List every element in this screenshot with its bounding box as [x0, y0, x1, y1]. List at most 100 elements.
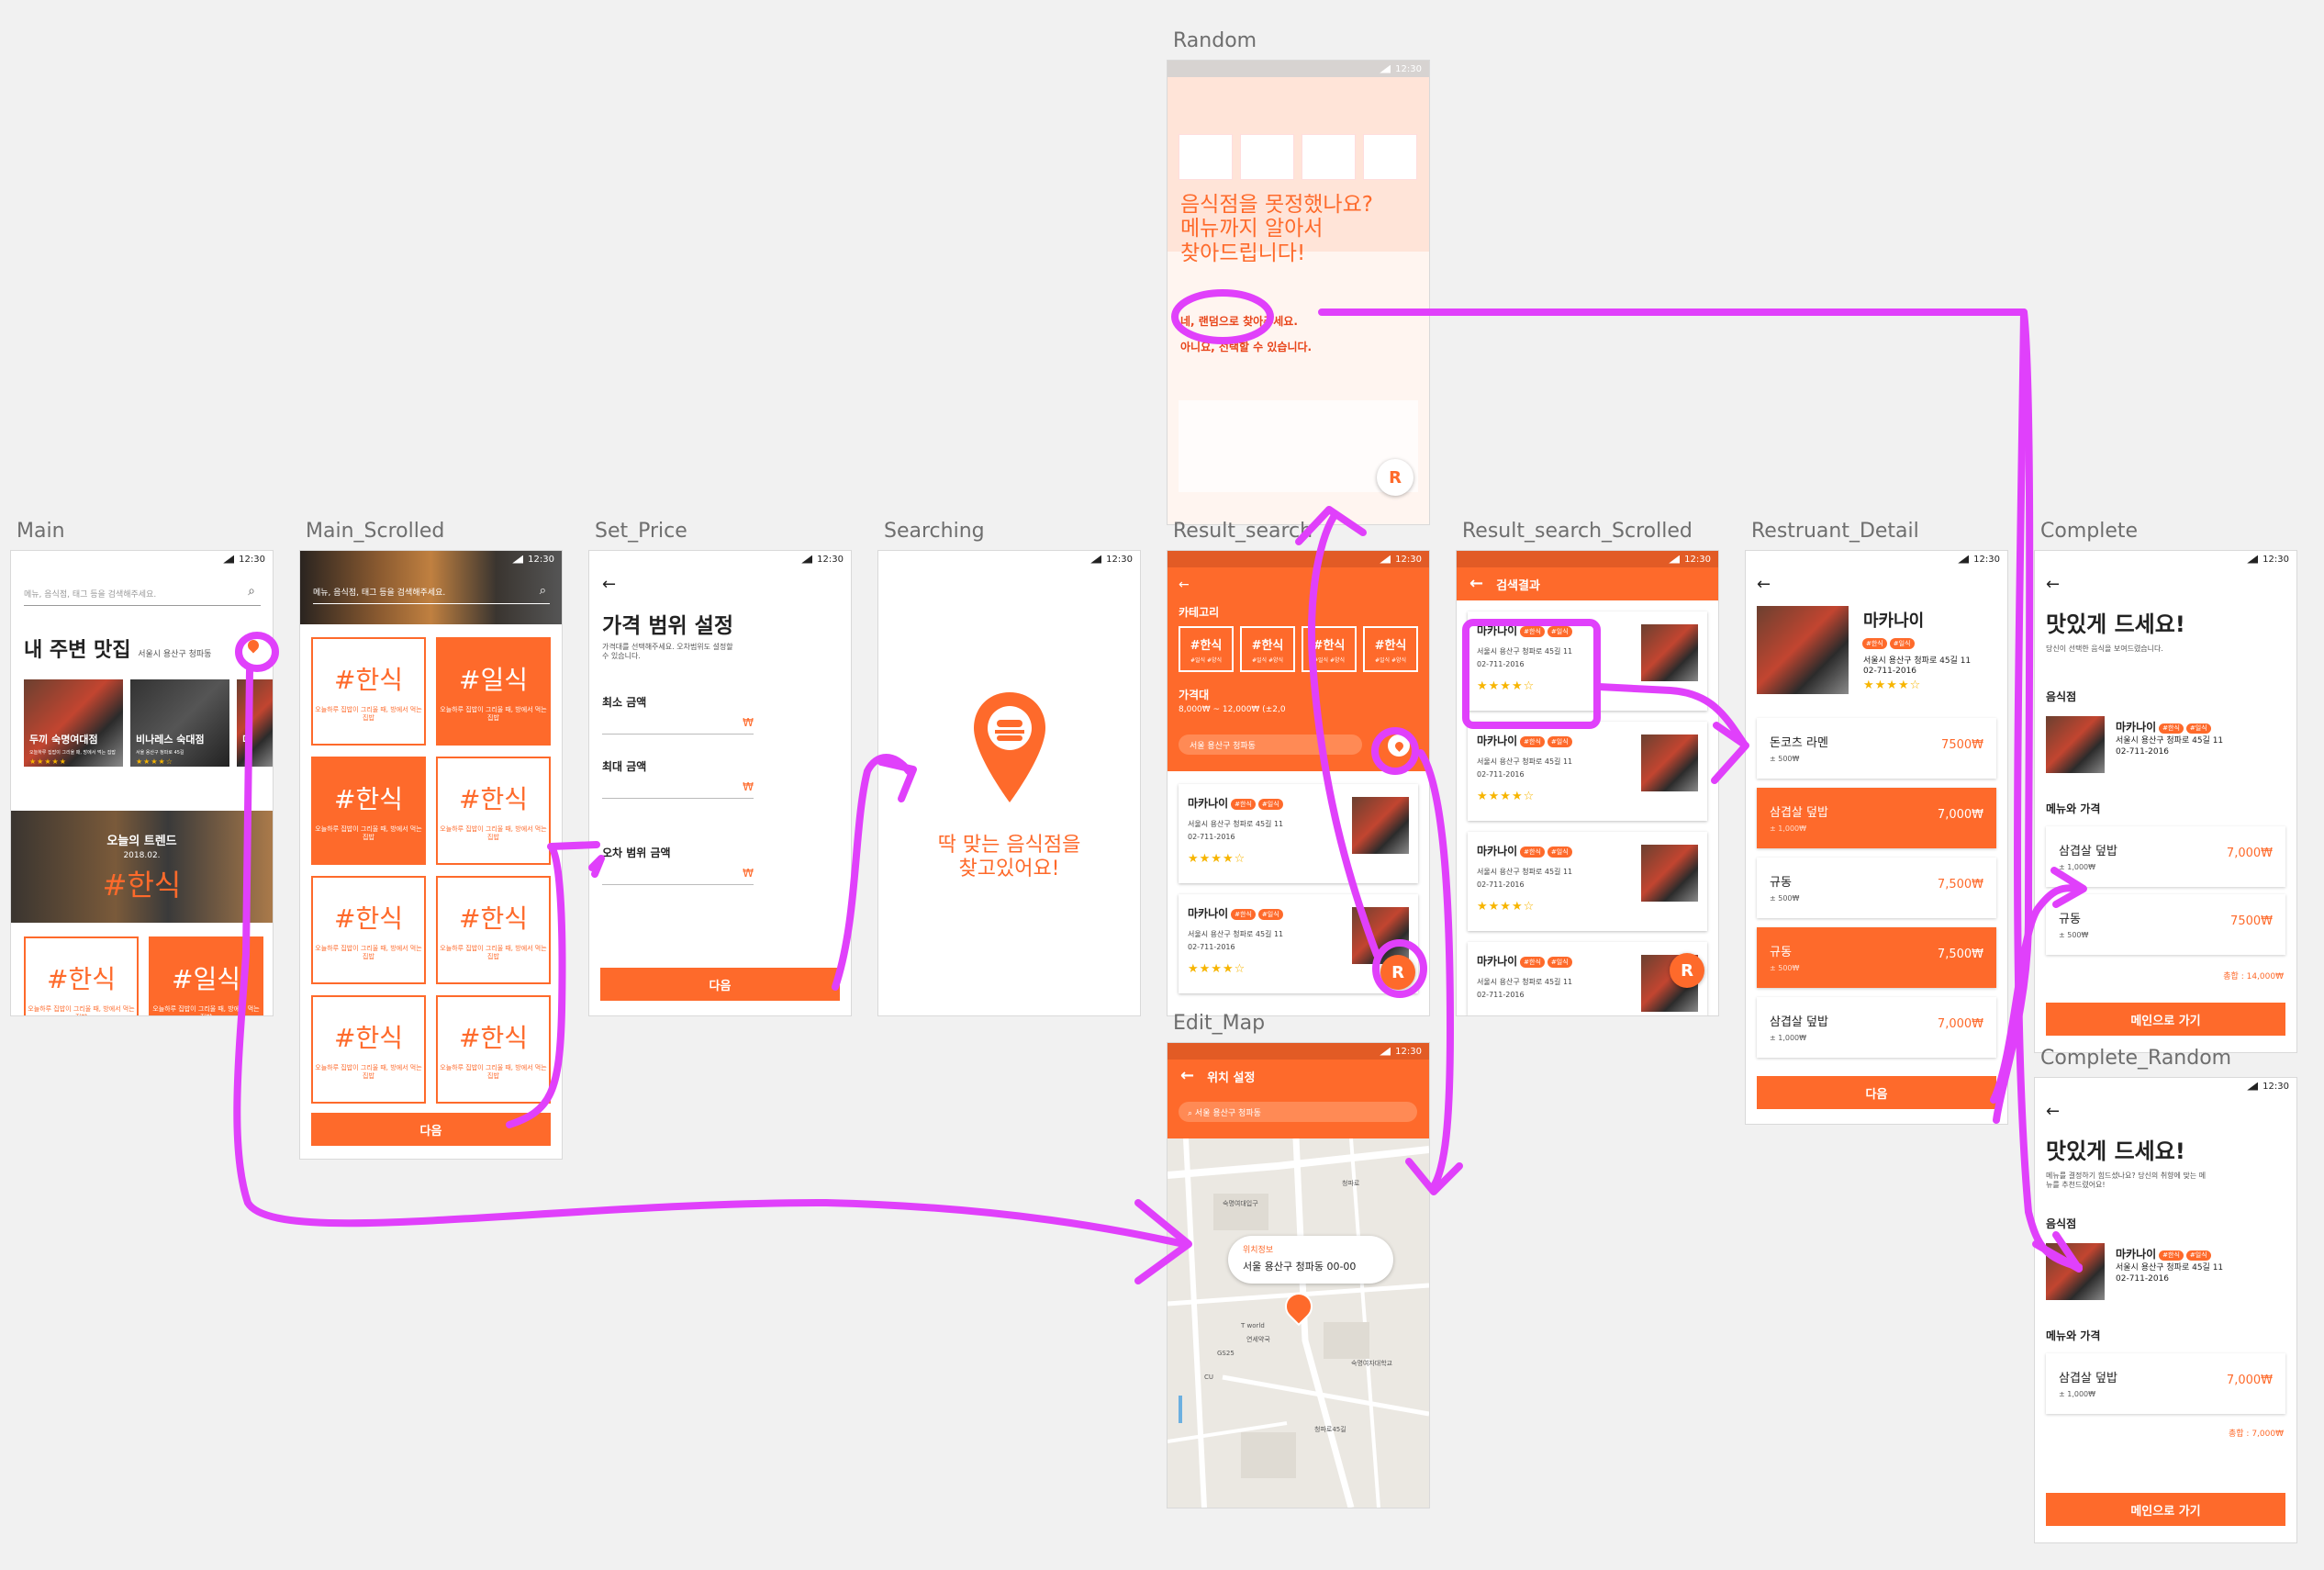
result-card[interactable]: 마카나이 #한식 #일식 서울시 용산구 청파로 45길 11 02-711-2016 ★… [1179, 784, 1418, 883]
search-icon[interactable]: ⌕ [540, 584, 546, 598]
category-tile[interactable]: #한식 오늘하루 집밥이 그리울 때, 방에서 먹는 집밥 [311, 637, 426, 746]
back-arrow-icon[interactable]: ← [1757, 577, 1771, 593]
total-price: 총합 : 14,000₩ [2223, 972, 2284, 981]
category-tile[interactable]: #한식 오늘하루 집밥이 그리울 때, 방에서 먹는 집밥 [311, 876, 426, 984]
category-chip[interactable]: #한식 #일식 #양식 [1363, 626, 1418, 672]
restaurant-card-1[interactable]: 두끼 숙명여대점 오늘하루 집밥이 그리울 때, 방에서 먹는 집밥 ★★★★★ [24, 679, 123, 767]
tile-tag: #일식 [172, 963, 240, 994]
card-stars: ★★★★★ [29, 757, 67, 766]
category-tile[interactable]: #한식 오늘하루 집밥이 그리울 때, 방에서 먹는 집밥 [436, 995, 551, 1104]
menu-item[interactable]: 규동 ± 500₩ 7,500₩ [1757, 927, 1996, 988]
min-price-field[interactable]: 최소 금액 ₩ [602, 694, 754, 735]
menu-item[interactable]: 삼겹살 덮밥 ± 1,000₩ 7,000₩ [1757, 997, 1996, 1058]
currency-unit: ₩ [743, 780, 754, 793]
location-edit-icon[interactable] [1388, 735, 1410, 757]
next-button[interactable]: 다음 [311, 1113, 551, 1146]
menu-item[interactable]: 규동 ± 500₩ 7500₩ [2046, 894, 2285, 955]
result-card[interactable]: 마카나이 #한식 #일식 서울시 용산구 청파로 45길 11 02-711-2016 ★… [1468, 611, 1707, 711]
result-header: 마카나이 #한식 #일식 [1188, 905, 1283, 921]
restaurant-address: 서울시 용산구 청파로 45길 11 [2116, 1262, 2224, 1273]
app-header: ← 위치 설정 [1168, 1060, 1429, 1093]
back-arrow-icon[interactable]: ← [1179, 578, 1190, 591]
signal-icon [223, 555, 235, 564]
restaurant-address: 서울시 용산구 청파로 45길 11 [1188, 930, 1284, 938]
category-chip[interactable]: #한식 #일식 #양식 [1179, 626, 1234, 672]
restaurant-photo [2046, 1243, 2105, 1300]
result-card[interactable]: 마카나이 #한식 #일식 서울시 용산구 청파로 45길 11 02-711-2016 ★… [1468, 722, 1707, 821]
search-icon[interactable]: ⌕ [248, 584, 255, 599]
restaurant-name: 마카나이 [1477, 845, 1518, 858]
menu-price: 7,000₩ [2226, 847, 2273, 860]
category-chip[interactable]: #한식 #일식 #양식 [1302, 626, 1357, 672]
result-card[interactable]: 마카나이 #한식 #일식 서울시 용산구 청파로 45길 11 02-711-2016 ★… [1468, 832, 1707, 931]
category-tile[interactable]: #일식 오늘하루 집밥이 그리울 때, 방에서 먹는 집밥 [436, 637, 551, 746]
restaurant-phone: 02-711-2016 [2116, 747, 2170, 757]
random-fab[interactable]: R [1670, 953, 1704, 988]
back-arrow-icon[interactable]: ← [1180, 1068, 1194, 1084]
category-tile-1[interactable]: #한식 오늘하루 집밥이 그리울 때, 방에서 먹는 집밥 [24, 936, 139, 1015]
category-tile[interactable]: #한식 오늘하루 집밥이 그리울 때, 방에서 먹는 집밥 [436, 876, 551, 984]
restaurant-card-3[interactable]: 미 [237, 679, 273, 767]
edit-map-screen: 12:30 ← 위치 설정 ⌕ 서울 용산구 청파동 숙명여대입구 청파로 T wo… [1168, 1043, 1429, 1508]
home-button[interactable]: 메인으로 가기 [2046, 1003, 2285, 1036]
random-fab[interactable]: R [1377, 459, 1413, 496]
category-tile[interactable]: #한식 오늘하루 집밥이 그리울 때, 방에서 먹는 집밥 [311, 995, 426, 1104]
yes-random-option[interactable]: 네, 랜덤으로 찾아주세요. [1180, 313, 1298, 329]
menu-text: 규동 ± 500₩ [2059, 909, 2088, 939]
back-arrow-icon[interactable]: ← [602, 577, 616, 593]
tag-chip: #한식 [1231, 799, 1256, 810]
category-tile-2[interactable]: #일식 오늘하루 집밥이 그리울 때, 방에서 먹는 집밥 [149, 936, 263, 1015]
restaurant-address: 서울시 용산구 청파로 45길 11 [1477, 868, 1573, 876]
menu-name: 돈코츠 라멘 [1770, 736, 1828, 750]
search-input[interactable]: 메뉴, 음식점, 태그 등을 검색해주세요. ⌕ [313, 584, 550, 604]
location-pin-icon[interactable] [245, 637, 262, 654]
search-bar[interactable]: 메뉴, 음식점, 태그 등을 검색해주세요. ⌕ [24, 580, 261, 606]
edit-map-label: Edit_Map [1173, 1012, 1266, 1035]
category-tile[interactable]: #한식 오늘하루 집밥이 그리울 때, 방에서 먹는 집밥 [311, 757, 426, 865]
home-button[interactable]: 메인으로 가기 [2046, 1493, 2285, 1526]
trend-tag: #한식 [102, 868, 182, 903]
menu-item[interactable]: 삼겹살 덮밥 ± 1,000₩ 7,000₩ [1757, 788, 1996, 848]
searching-message: 딱 맞는 음식점을 찾고있어요! [878, 834, 1140, 882]
tile-desc: 오늘하루 집밥이 그리울 때, 방에서 먹는 집밥 [315, 944, 422, 960]
page-desc: 메뉴를 결정하기 힘드셨나요? 당신의 취향에 맞는 메뉴를 추천드렸어요! [2046, 1172, 2207, 1190]
range-price-field[interactable]: 오차 범위 금액 ₩ [602, 845, 754, 885]
tile-desc: 오늘하루 집밥이 그리울 때, 방에서 먹는 집밥 [440, 944, 547, 960]
map-label: 연세약국 [1246, 1336, 1270, 1343]
category-chip[interactable]: #한식 #일식 #양식 [1240, 626, 1295, 672]
menu-name: 삼겹살 덮밥 [1770, 1015, 1828, 1029]
tag-chip: #한식 [1862, 637, 1887, 649]
complete-screen: 12:30 ← 맛있게 드세요! 당신이 선택한 음식을 보여드렸습니다. 음식… [2035, 551, 2296, 1052]
menu-item[interactable]: 삼겹살 덮밥 ± 1,000₩ 7,000₩ [2046, 1353, 2285, 1414]
no-select-option[interactable]: 아니요, 선택할 수 있습니다. [1180, 339, 1312, 354]
menu-item[interactable]: 돈코츠 라멘 ± 500₩ 7500₩ [1757, 718, 1996, 779]
back-arrow-icon[interactable]: ← [2046, 1104, 2060, 1120]
back-arrow-icon[interactable]: ← [2046, 577, 2060, 593]
page-desc: 가격대를 선택해주세요. 오차범위도 설정할 수 있습니다. [602, 643, 733, 661]
restaurant-phone: 02-711-2016 [1477, 991, 1525, 999]
card-stars: ★★★★☆ [136, 757, 173, 766]
menu-item[interactable]: 규동 ± 500₩ 7,500₩ [1757, 858, 1996, 918]
menu-item[interactable]: 삼겹살 덮밥 ± 1,000₩ 7,000₩ [2046, 826, 2285, 887]
status-bar: 12:30 [1746, 551, 2007, 567]
location-chip[interactable]: 서울 용산구 청파동 [1179, 735, 1362, 755]
question-line-3: 찾아드립니다! [1180, 241, 1306, 265]
back-arrow-icon[interactable]: ← [1469, 576, 1483, 592]
max-price-field[interactable]: 최대 금액 ₩ [602, 758, 754, 799]
restaurant-thumb [1641, 845, 1698, 902]
rating-stars: ★★★★☆ [1188, 852, 1246, 866]
search-input[interactable]: 메뉴, 음식점, 태그 등을 검색해주세요. [24, 590, 156, 600]
location-pin-icon [974, 692, 1045, 802]
restaurant-phone: 02-711-2016 [1477, 880, 1525, 889]
signal-icon [1380, 64, 1391, 73]
category-tile[interactable]: #한식 오늘하루 집밥이 그리울 때, 방에서 먹는 집밥 [436, 757, 551, 865]
map-search-input[interactable]: ⌕ 서울 용산구 청파동 [1179, 1102, 1417, 1122]
location-value: 서울 용산구 청파동 [1190, 742, 1256, 751]
next-button[interactable]: 다음 [1757, 1076, 1996, 1109]
map-label: T world [1241, 1322, 1265, 1329]
random-fab[interactable]: R [1380, 955, 1415, 990]
restaurant-card-2[interactable]: 비나레스 숙대점 서울 용산구 청파로 45길 ★★★★☆ [130, 679, 229, 767]
trend-banner[interactable]: 오늘의 트렌드 2018.02. #한식 [11, 811, 273, 923]
tag-chip: #한식 [2159, 723, 2184, 735]
next-button[interactable]: 다음 [600, 968, 840, 1001]
